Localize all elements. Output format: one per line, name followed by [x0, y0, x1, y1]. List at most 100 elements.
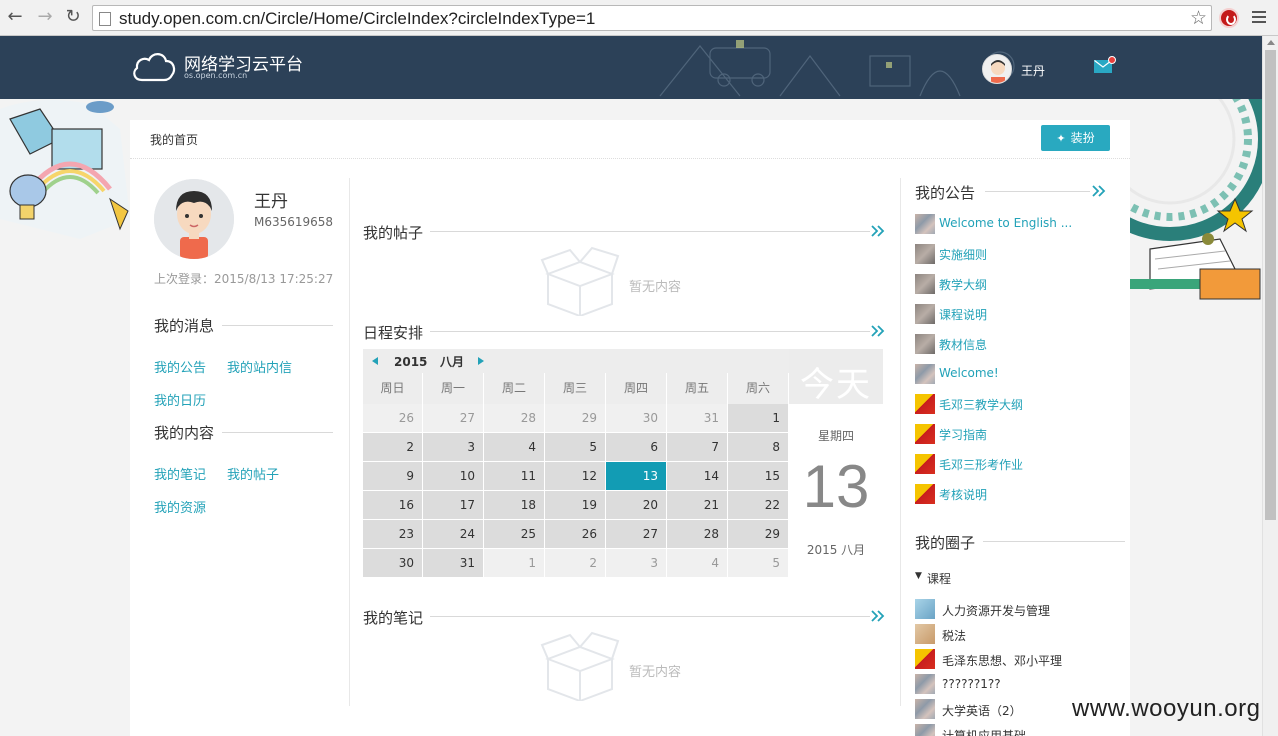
announcement-title[interactable]: 课程说明	[939, 306, 987, 323]
circle-name[interactable]: 大学英语（2）	[942, 702, 1022, 719]
calendar-day[interactable]: 3	[423, 433, 484, 462]
calendar-day[interactable]: 8	[728, 433, 789, 462]
scroll-up-icon[interactable]	[1267, 40, 1275, 45]
calendar-day[interactable]: 1	[728, 404, 789, 433]
circle-name[interactable]: 人力资源开发与管理	[942, 602, 1050, 619]
link-my-posts[interactable]: 我的帖子	[227, 464, 279, 483]
dress-up-button[interactable]: ✦ 装扮	[1041, 125, 1110, 151]
circle-name[interactable]: 毛泽东思想、邓小平理	[942, 652, 1062, 669]
calendar-day[interactable]: 31	[667, 404, 728, 433]
content-section-title: 我的内容	[154, 424, 215, 442]
calendar-day[interactable]: 19	[545, 491, 606, 520]
header-avatar[interactable]	[982, 54, 1012, 84]
back-icon[interactable]: ←	[4, 6, 26, 28]
site-header: 网络学习云平台 os.open.com.cn 王丹	[0, 36, 1262, 99]
calendar-day[interactable]: 14	[667, 462, 728, 491]
calendar-day[interactable]: 2	[545, 549, 606, 578]
calendar-day[interactable]: 2	[363, 433, 423, 462]
announcement-title[interactable]: 学习指南	[939, 426, 987, 443]
calendar-day[interactable]: 17	[423, 491, 484, 520]
circle-name[interactable]: ??????1??	[942, 677, 1001, 691]
link-my-announcements[interactable]: 我的公告	[154, 357, 206, 376]
calendar-day[interactable]: 27	[606, 520, 667, 549]
schedule-more-icon[interactable]	[871, 325, 885, 337]
bookmark-star-icon[interactable]: ☆	[1190, 7, 1207, 29]
calendar-day[interactable]: 30	[363, 549, 423, 578]
address-bar[interactable]: study.open.com.cn/Circle/Home/CircleInde…	[92, 5, 1212, 31]
announcements-more-icon[interactable]	[1092, 185, 1106, 197]
page-icon	[99, 12, 111, 26]
calendar-day[interactable]: 13	[606, 462, 667, 491]
calendar-day[interactable]: 29	[728, 520, 789, 549]
page-scrollbar[interactable]	[1262, 36, 1278, 736]
announcement-title[interactable]: 毛邓三教学大纲	[939, 396, 1023, 413]
announcement-title[interactable]: 教学大纲	[939, 276, 987, 293]
circle-name[interactable]: 计算机应用基础	[942, 727, 1026, 736]
calendar-day[interactable]: 20	[606, 491, 667, 520]
calendar-day[interactable]: 6	[606, 433, 667, 462]
calendar-day[interactable]: 1	[484, 549, 545, 578]
prev-month-icon[interactable]	[372, 357, 378, 365]
section-rule	[985, 191, 1090, 192]
weekday-header: 周四	[606, 373, 667, 404]
notes-more-icon[interactable]	[871, 610, 885, 622]
extension-power-icon[interactable]	[1219, 8, 1239, 28]
calendar-day[interactable]: 31	[423, 549, 484, 578]
calendar-day[interactable]: 4	[667, 549, 728, 578]
calendar-day[interactable]: 12	[545, 462, 606, 491]
link-my-calendar[interactable]: 我的日历	[154, 390, 206, 409]
announcement-title[interactable]: Welcome!	[939, 366, 999, 380]
calendar-day[interactable]: 9	[363, 462, 423, 491]
calendar-day[interactable]: 24	[423, 520, 484, 549]
calendar-day[interactable]: 5	[545, 433, 606, 462]
calendar-day[interactable]: 22	[728, 491, 789, 520]
calendar-day[interactable]: 28	[484, 404, 545, 433]
announcement-title[interactable]: 教材信息	[939, 336, 987, 353]
section-rule	[430, 331, 870, 332]
calendar-day[interactable]: 4	[484, 433, 545, 462]
calendar-day[interactable]: 27	[423, 404, 484, 433]
calendar-day[interactable]: 30	[606, 404, 667, 433]
announcement-title[interactable]: Welcome to English ...	[939, 216, 1072, 230]
calendar-day[interactable]: 15	[728, 462, 789, 491]
calendar-day[interactable]: 23	[363, 520, 423, 549]
announcement-thumbnail	[915, 334, 935, 354]
announcement-title[interactable]: 实施细则	[939, 246, 987, 263]
next-month-icon[interactable]	[478, 357, 484, 365]
calendar-day[interactable]: 3	[606, 549, 667, 578]
calendar-day[interactable]: 7	[667, 433, 728, 462]
reload-icon[interactable]: ↻	[62, 6, 84, 28]
circle-name[interactable]: 税法	[942, 627, 966, 644]
breadcrumb[interactable]: 我的首页	[150, 131, 198, 148]
calendar-day[interactable]: 26	[363, 404, 423, 433]
announcements-section-title: 我的公告	[915, 184, 976, 202]
profile-avatar[interactable]	[154, 179, 234, 259]
calendar-day[interactable]: 16	[363, 491, 423, 520]
calendar-day[interactable]: 25	[484, 520, 545, 549]
weekday-header: 周五	[667, 373, 728, 404]
column-divider-left	[349, 178, 350, 706]
calendar-day[interactable]: 18	[484, 491, 545, 520]
browser-menu-icon[interactable]	[1252, 11, 1266, 25]
header-user-name[interactable]: 王丹	[1021, 62, 1045, 79]
link-my-resources[interactable]: 我的资源	[154, 497, 206, 516]
circle-group-label[interactable]: 课程	[927, 570, 951, 587]
calendar-day[interactable]: 26	[545, 520, 606, 549]
today-label-box[interactable]: 今天	[789, 349, 883, 405]
announcement-title[interactable]: 考核说明	[939, 486, 987, 503]
announcement-title[interactable]: 毛邓三形考作业	[939, 456, 1023, 473]
address-url[interactable]: study.open.com.cn/Circle/Home/CircleInde…	[119, 9, 595, 29]
calendar-day[interactable]: 21	[667, 491, 728, 520]
calendar-day[interactable]: 28	[667, 520, 728, 549]
link-my-inbox[interactable]: 我的站内信	[227, 357, 292, 376]
calendar-day[interactable]: 10	[423, 462, 484, 491]
weekday-header: 周二	[484, 373, 545, 404]
caret-down-icon[interactable]: ▼	[915, 571, 922, 581]
forward-icon[interactable]: →	[34, 6, 56, 28]
link-my-notes[interactable]: 我的笔记	[154, 464, 206, 483]
calendar-day[interactable]: 29	[545, 404, 606, 433]
scrollbar-thumb[interactable]	[1265, 50, 1276, 520]
calendar-day[interactable]: 11	[484, 462, 545, 491]
calendar-day[interactable]: 5	[728, 549, 789, 578]
posts-more-icon[interactable]	[871, 225, 885, 237]
